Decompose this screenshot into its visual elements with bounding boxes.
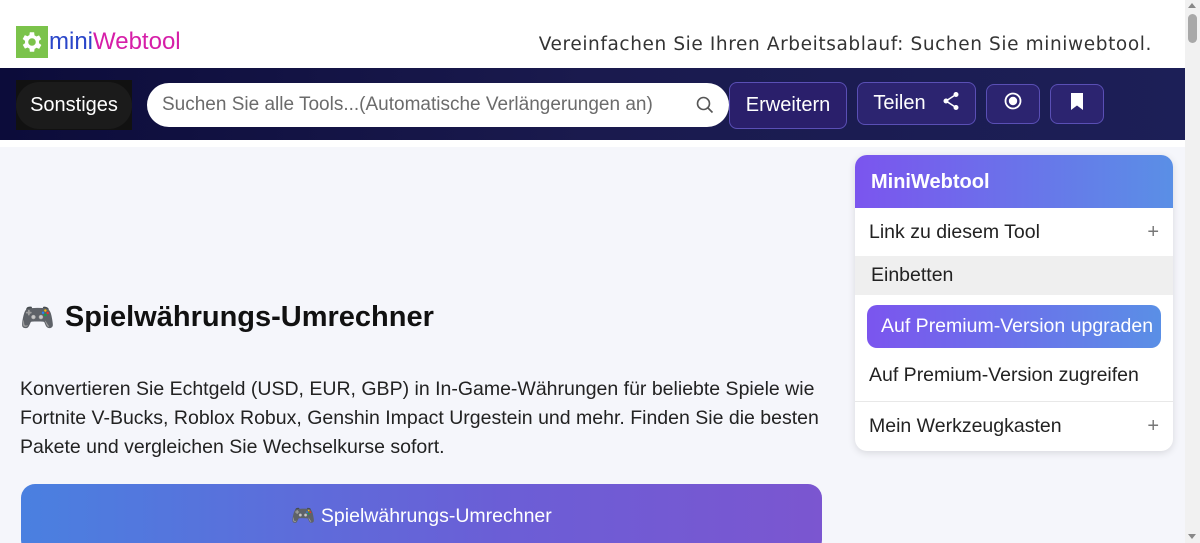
sidebar-item-label: Einbetten xyxy=(871,264,954,286)
gamepad-icon: 🎮 xyxy=(20,302,55,333)
sidebar-item-label: Link zu diesem Tool xyxy=(869,220,1040,243)
page-scrollbar[interactable] xyxy=(1185,0,1200,543)
scroll-up-arrow-icon[interactable] xyxy=(1188,3,1196,8)
search-icon[interactable] xyxy=(696,96,714,119)
expand-button[interactable]: Erweitern xyxy=(729,82,847,129)
sidebar-item-label: Auf Premium-Version zugreifen xyxy=(869,364,1139,386)
sidebar-item-link[interactable]: Link zu diesem Tool + xyxy=(855,208,1173,256)
sidebar-item-label: Mein Werkzeugkasten xyxy=(869,415,1062,437)
sidebar-item-embed[interactable]: Einbetten xyxy=(855,256,1173,295)
sidebar-item-access-premium[interactable]: Auf Premium-Version zugreifen xyxy=(855,350,1173,402)
logo-text-webtool: Webtool xyxy=(93,28,181,55)
category-button[interactable]: Sonstiges xyxy=(16,81,132,129)
sidebar-item-upgrade: Auf Premium-Version upgraden xyxy=(855,295,1173,348)
search-box xyxy=(147,83,729,127)
share-icon xyxy=(942,91,960,117)
gear-icon xyxy=(16,26,48,58)
category-menu: Sonstiges xyxy=(16,80,132,130)
bookmark-icon xyxy=(1070,92,1084,116)
scroll-down-arrow-icon[interactable] xyxy=(1188,534,1196,539)
logo-text-mini: mini xyxy=(49,28,94,55)
search-input[interactable] xyxy=(162,94,692,116)
plus-icon[interactable]: + xyxy=(1147,415,1159,438)
tool-card: 🎮 Spielwährungs-Umrechner xyxy=(21,484,822,543)
plus-icon[interactable]: + xyxy=(1147,221,1159,244)
scroll-thumb[interactable] xyxy=(1188,14,1197,43)
site-tagline: Vereinfachen Sie Ihren Arbeitsablauf: Su… xyxy=(538,34,1152,55)
radio-icon xyxy=(1004,92,1022,116)
page-description: Konvertieren Sie Echtgeld (USD, EUR, GBP… xyxy=(20,378,819,458)
radio-button[interactable] xyxy=(986,84,1040,124)
share-button[interactable]: Teilen xyxy=(857,82,976,125)
share-label: Teilen xyxy=(873,92,926,114)
top-header: miniWebtool Vereinfachen Sie Ihren Arbei… xyxy=(0,0,1185,68)
divider xyxy=(0,140,1185,147)
site-logo[interactable]: miniWebtool xyxy=(16,26,181,58)
tool-card-title: 🎮 Spielwährungs-Umrechner xyxy=(291,505,552,527)
bookmark-button[interactable] xyxy=(1050,84,1104,124)
page-title: 🎮 Spielwährungs-Umrechner xyxy=(20,301,434,334)
sidebar-heading: MiniWebtool xyxy=(855,155,1173,208)
sidebar-item-toolbox[interactable]: Mein Werkzeugkasten + xyxy=(855,402,1173,451)
nav-bar: Sonstiges Erweitern Teilen xyxy=(0,68,1185,140)
upgrade-premium-button[interactable]: Auf Premium-Version upgraden xyxy=(867,305,1161,348)
page-title-text: Spielwährungs-Umrechner xyxy=(64,301,434,333)
sidebar-panel: MiniWebtool Link zu diesem Tool + Einbet… xyxy=(855,155,1173,451)
